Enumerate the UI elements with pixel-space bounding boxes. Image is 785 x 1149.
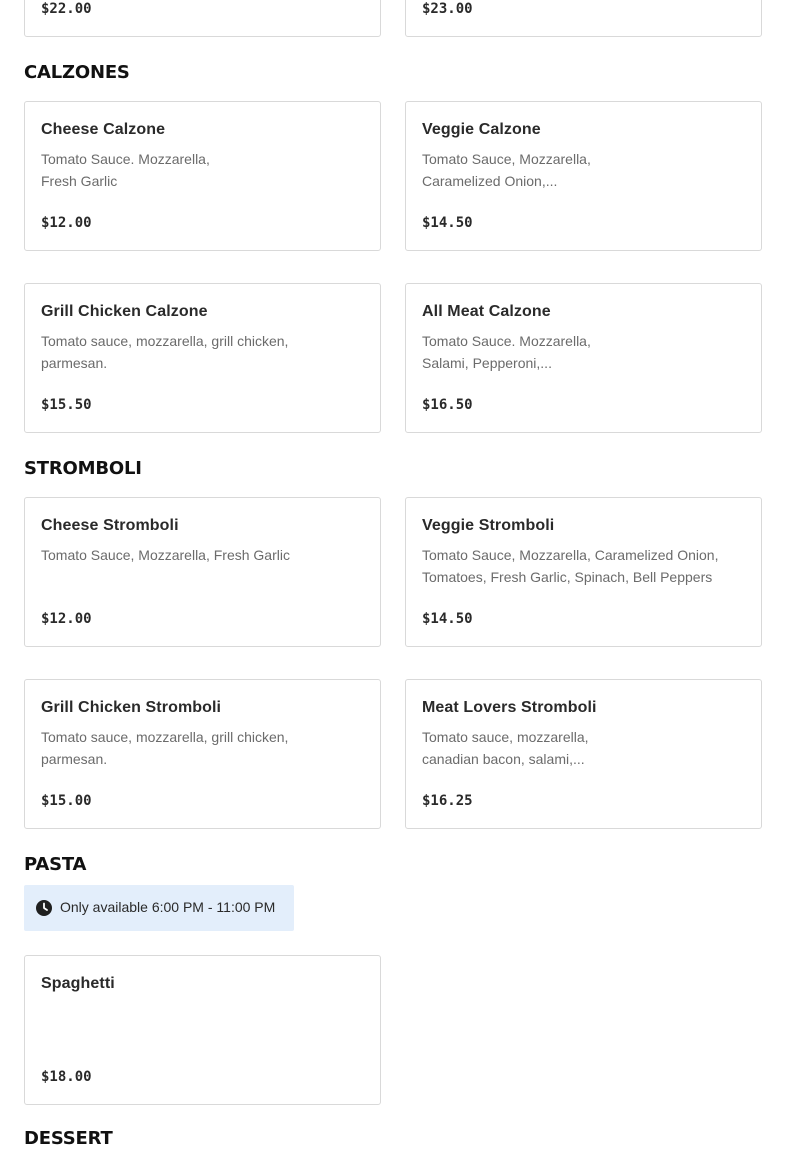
item-price: $23.00 [422,1,473,17]
clock-icon [36,900,52,916]
item-description: Tomato sauce, mozzarella, canadian bacon… [422,729,589,767]
menu-item-grill-chicken-stromboli[interactable]: Grill Chicken Stromboli Tomato sauce, mo… [24,679,381,829]
section-title-calzones: CALZONES [24,62,130,83]
item-description: Tomato Sauce, Mozzarella, Caramelized On… [422,547,719,585]
item-name: Spaghetti [41,975,115,992]
menu-item-card-prev-left[interactable]: $22.00 [24,0,381,37]
item-price: $22.00 [41,1,92,17]
item-name: Cheese Calzone [41,121,166,138]
item-price: $14.50 [422,611,473,627]
item-description: Tomato Sauce, Mozzarella, Caramelized On… [422,151,591,189]
availability-notice: Only available 6:00 PM - 11:00 PM [24,885,294,931]
item-price: $12.00 [41,215,92,231]
item-price: $15.50 [41,397,92,413]
menu-item-veggie-stromboli[interactable]: Veggie Stromboli Tomato Sauce, Mozzarell… [405,497,762,647]
item-price: $18.00 [41,1069,92,1085]
menu-item-meat-lovers-stromboli[interactable]: Meat Lovers Stromboli Tomato sauce, mozz… [405,679,762,829]
item-name: Meat Lovers Stromboli [422,699,597,716]
section-title-dessert: DESSERT [24,1128,113,1149]
item-price: $14.50 [422,215,473,231]
item-description: Tomato Sauce, Mozzarella, Fresh Garlic [41,547,290,563]
menu-item-card-prev-right[interactable]: $23.00 [405,0,762,37]
item-price: $16.25 [422,793,473,809]
menu-item-all-meat-calzone[interactable]: All Meat Calzone Tomato Sauce. Mozzarell… [405,283,762,433]
availability-text: Only available 6:00 PM - 11:00 PM [60,899,276,915]
item-description: Tomato Sauce. Mozzarella, Salami, Pepper… [422,333,591,371]
item-description: Tomato Sauce. Mozzarella, Fresh Garlic [41,151,210,189]
section-title-stromboli: STROMBOLI [24,458,142,479]
item-name: Veggie Calzone [422,121,541,138]
section-title-pasta: PASTA [24,854,87,875]
item-description: Tomato sauce, mozzarella, grill chicken,… [41,729,289,767]
menu-item-grill-chicken-calzone[interactable]: Grill Chicken Calzone Tomato sauce, mozz… [24,283,381,433]
menu-item-veggie-calzone[interactable]: Veggie Calzone Tomato Sauce, Mozzarella,… [405,101,762,251]
menu-item-cheese-calzone[interactable]: Cheese Calzone Tomato Sauce. Mozzarella,… [24,101,381,251]
menu-item-spaghetti[interactable]: Spaghetti $18.00 [24,955,381,1105]
item-description: Tomato sauce, mozzarella, grill chicken,… [41,333,289,371]
menu-item-cheese-stromboli[interactable]: Cheese Stromboli Tomato Sauce, Mozzarell… [24,497,381,647]
item-price: $12.00 [41,611,92,627]
item-name: Cheese Stromboli [41,517,179,534]
item-name: Veggie Stromboli [422,517,555,534]
item-price: $16.50 [422,397,473,413]
item-name: Grill Chicken Calzone [41,303,208,320]
item-name: All Meat Calzone [422,303,551,320]
item-name: Grill Chicken Stromboli [41,699,222,716]
item-price: $15.00 [41,793,92,809]
